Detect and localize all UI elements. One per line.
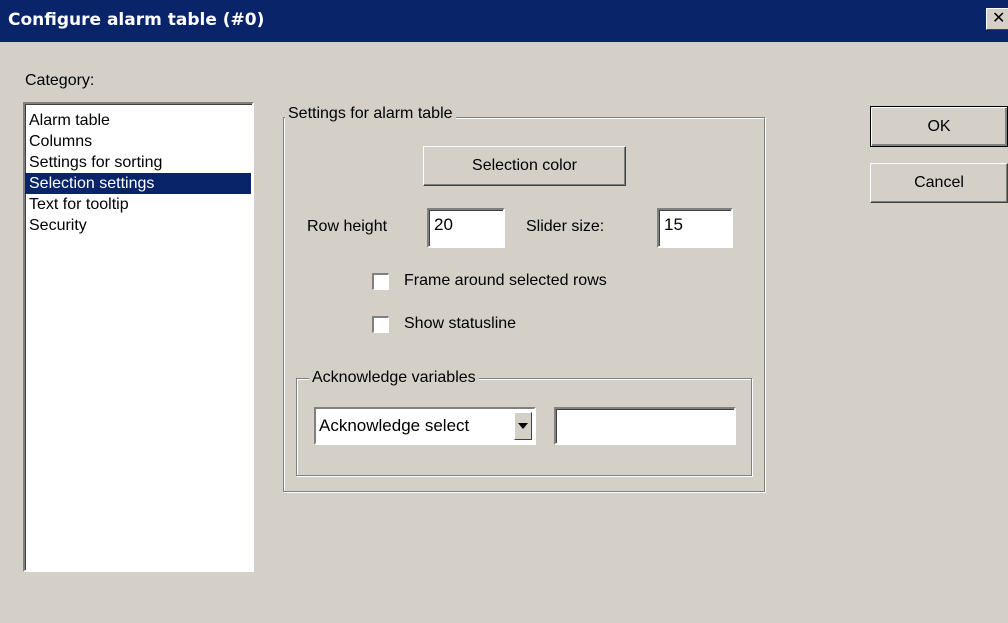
category-list[interactable]: Alarm table Columns Settings for sorting… [23, 102, 254, 572]
settings-group-label: Settings for alarm table [285, 105, 456, 123]
acknowledge-dropdown-value: Acknowledge select [319, 416, 470, 435]
statusline-checkbox-label: Show statusline [404, 315, 517, 332]
list-item-settings-for-sorting[interactable]: Settings for sorting [25, 152, 251, 173]
list-item-text-for-tooltip[interactable]: Text for tooltip [25, 194, 251, 215]
close-icon: ✕ [992, 8, 1006, 27]
ok-button[interactable]: OK [870, 106, 1008, 147]
acknowledge-group-label: Acknowledge variables [309, 369, 479, 387]
frame-checkbox-label: Frame around selected rows [404, 272, 607, 289]
acknowledge-dropdown[interactable]: Acknowledge select [314, 407, 536, 445]
list-item-selection-settings[interactable]: Selection settings [25, 173, 251, 194]
list-item-security[interactable]: Security [25, 215, 251, 236]
row-height-input[interactable]: 20 [427, 208, 505, 248]
chevron-down-icon[interactable] [514, 412, 532, 440]
statusline-checkbox[interactable] [372, 316, 389, 333]
window-title: Configure alarm table (#0) [8, 10, 265, 30]
row-height-label: Row height [307, 218, 388, 235]
title-bar: Configure alarm table (#0) ✕ [0, 0, 1008, 42]
cancel-button[interactable]: Cancel [870, 163, 1008, 203]
acknowledge-variable-input[interactable] [554, 407, 736, 445]
category-label: Category: [25, 72, 95, 89]
list-item-alarm-table[interactable]: Alarm table [25, 110, 251, 131]
slider-size-input[interactable]: 15 [657, 208, 733, 248]
frame-checkbox[interactable] [372, 273, 389, 290]
list-item-columns[interactable]: Columns [25, 131, 251, 152]
selection-color-button[interactable]: Selection color [423, 146, 626, 186]
slider-size-label: Slider size: [526, 218, 605, 235]
close-button[interactable]: ✕ [986, 8, 1008, 30]
